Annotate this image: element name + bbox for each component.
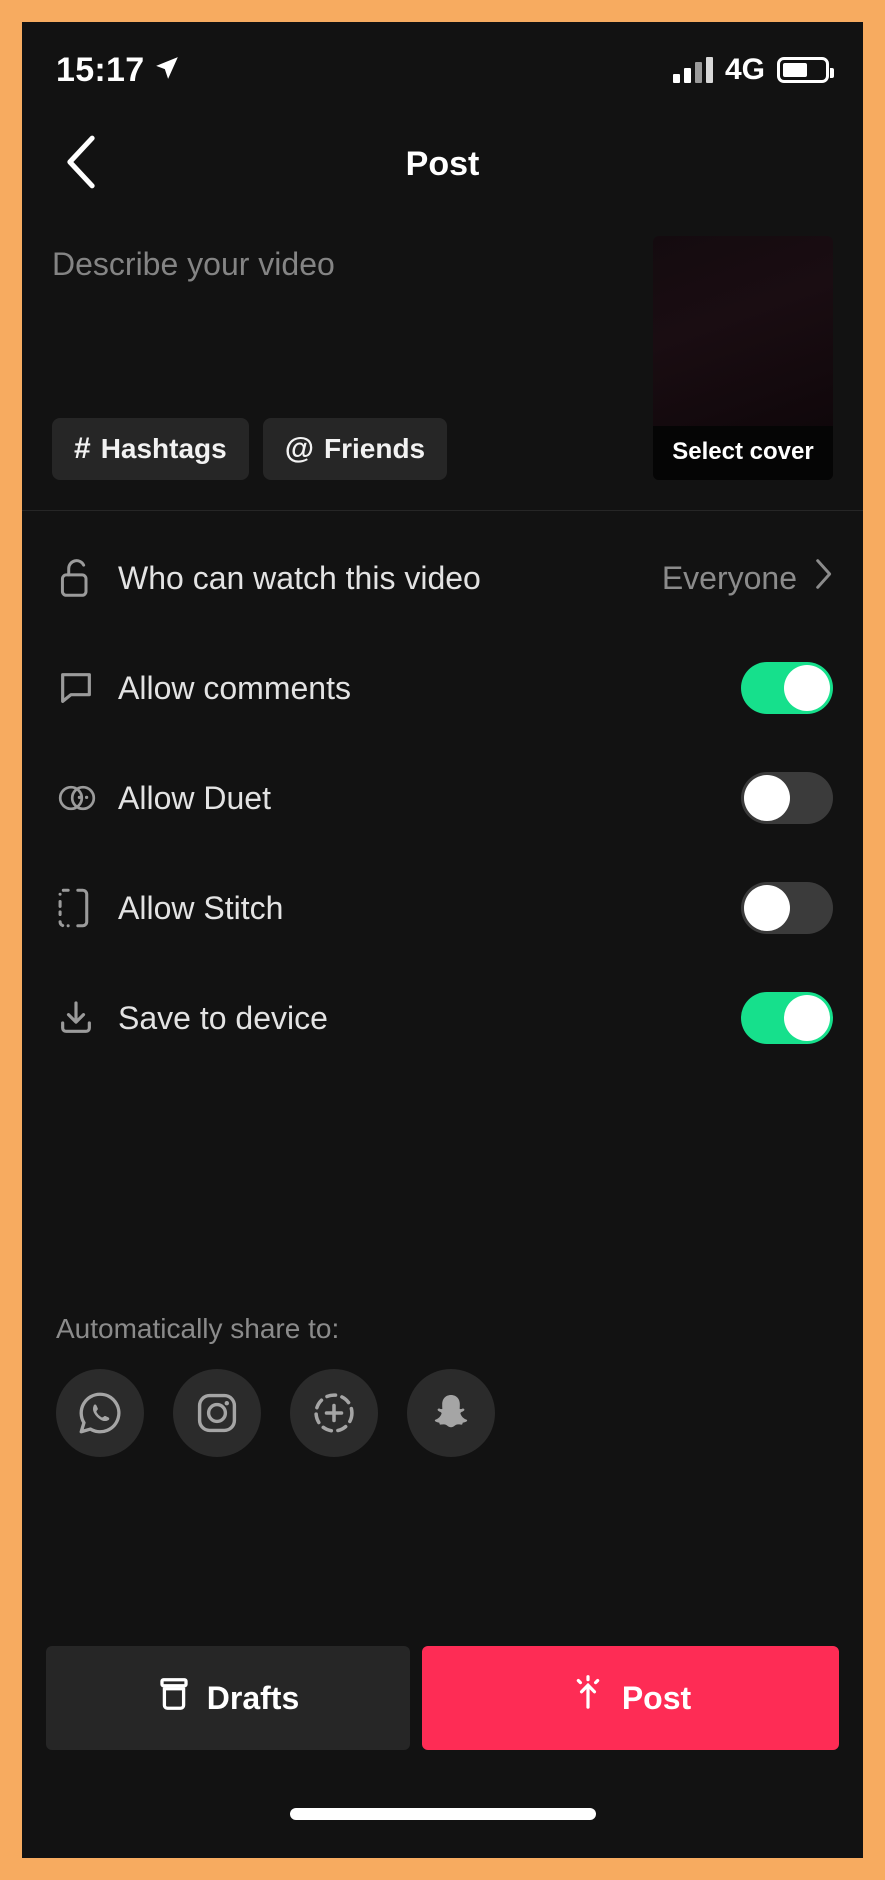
chip-row: # Hashtags @ Friends — [52, 418, 633, 480]
back-button[interactable] — [50, 133, 112, 195]
at-sign-icon: @ — [284, 432, 314, 465]
describe-input[interactable]: Describe your video — [52, 236, 633, 418]
status-bar-left: 15:17 — [56, 51, 180, 90]
hashtag-icon: # — [74, 432, 91, 465]
post-button[interactable]: Post — [422, 1646, 839, 1750]
select-cover-label: Select cover — [653, 426, 833, 480]
row-allow-stitch[interactable]: Allow Stitch — [22, 853, 863, 963]
unlock-icon — [56, 556, 118, 600]
page-title: Post — [405, 144, 480, 183]
chevron-right-icon — [813, 558, 833, 598]
location-arrow-icon — [154, 55, 180, 86]
save-to-device-toggle[interactable] — [741, 992, 833, 1044]
allow-comments-label: Allow comments — [118, 669, 351, 706]
duet-icon — [56, 780, 118, 816]
nav-bar: Post — [22, 118, 863, 210]
chevron-left-icon — [64, 135, 98, 194]
row-allow-duet[interactable]: Allow Duet — [22, 743, 863, 853]
stitch-icon — [56, 887, 118, 929]
hashtags-button[interactable]: # Hashtags — [52, 418, 249, 480]
download-icon — [56, 998, 118, 1038]
settings-list: Who can watch this video Everyone Allow … — [22, 511, 863, 1073]
toggle-knob — [744, 885, 790, 931]
describe-section: Describe your video # Hashtags @ Friends… — [22, 210, 863, 511]
row-privacy[interactable]: Who can watch this video Everyone — [22, 523, 863, 633]
phone-screen: 15:17 4G Post Describe your video # Hash… — [22, 22, 863, 1858]
drafts-button[interactable]: Drafts — [46, 1646, 410, 1750]
status-time: 15:17 — [56, 50, 145, 89]
drafts-label: Drafts — [206, 1679, 300, 1716]
instagram-icon[interactable] — [173, 1369, 261, 1457]
network-type-label: 4G — [724, 53, 765, 86]
row-save-to-device[interactable]: Save to device — [22, 963, 863, 1073]
allow-duet-toggle[interactable] — [741, 772, 833, 824]
privacy-value: Everyone — [661, 559, 797, 596]
allow-stitch-toggle[interactable] — [741, 882, 833, 934]
status-bar: 15:17 4G — [22, 22, 863, 118]
hashtags-label: Hashtags — [100, 433, 227, 464]
privacy-value-group: Everyone — [662, 558, 833, 598]
allow-comments-toggle[interactable] — [741, 662, 833, 714]
allow-stitch-label: Allow Stitch — [118, 889, 284, 926]
signal-bars-icon — [672, 57, 713, 83]
describe-left: Describe your video # Hashtags @ Friends — [52, 236, 633, 480]
toggle-knob — [784, 665, 830, 711]
post-label: Post — [621, 1679, 692, 1716]
share-section: Automatically share to: — [22, 1313, 863, 1457]
toggle-knob — [784, 995, 830, 1041]
share-icons-row — [56, 1369, 829, 1457]
bottom-actions: Drafts Post — [22, 1646, 863, 1750]
drafts-icon — [157, 1676, 191, 1720]
comment-bubble-icon — [56, 668, 118, 708]
toggle-knob — [744, 775, 790, 821]
friends-label: Friends — [324, 433, 426, 464]
save-to-device-label: Save to device — [118, 999, 328, 1036]
row-allow-comments[interactable]: Allow comments — [22, 633, 863, 743]
upload-arrow-icon — [570, 1675, 606, 1721]
instagram-story-icon[interactable] — [290, 1369, 378, 1457]
whatsapp-icon[interactable] — [56, 1369, 144, 1457]
select-cover-button[interactable]: Select cover — [653, 236, 833, 480]
status-bar-right: 4G — [672, 53, 834, 87]
friends-button[interactable]: @ Friends — [262, 418, 448, 480]
battery-icon — [777, 57, 834, 83]
home-indicator — [289, 1808, 596, 1820]
allow-duet-label: Allow Duet — [118, 779, 271, 816]
snapchat-icon[interactable] — [407, 1369, 495, 1457]
privacy-label: Who can watch this video — [118, 559, 481, 596]
share-title: Automatically share to: — [56, 1313, 340, 1344]
